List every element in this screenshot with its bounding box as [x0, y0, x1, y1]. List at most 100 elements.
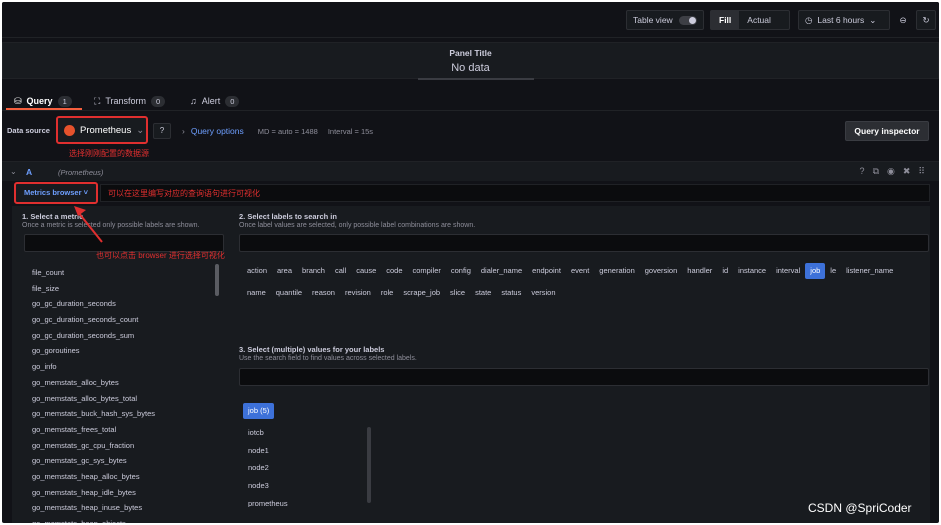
clock-icon: ◷ — [805, 14, 813, 25]
list-item[interactable]: go_memstats_alloc_bytes_total — [32, 394, 212, 410]
label-chip[interactable]: branch — [297, 263, 330, 279]
watermark: CSDN @SpriCoder — [808, 501, 912, 515]
list-item[interactable]: go_memstats_heap_idle_bytes — [32, 488, 212, 504]
selected-label-chip[interactable]: job (5) — [243, 403, 275, 419]
table-view-toggle[interactable]: Table view — [626, 10, 704, 30]
tab-label: Alert — [201, 96, 221, 106]
list-item[interactable]: go_goroutines — [32, 346, 212, 362]
label-chip-selected[interactable]: job — [805, 263, 826, 279]
query-actions: ? ⧉ ◉ ✖ ⠿ — [860, 166, 925, 177]
label-chip[interactable]: endpoint — [527, 263, 566, 279]
list-item[interactable]: go_memstats_frees_total — [32, 425, 212, 441]
list-item[interactable]: go_memstats_heap_objects — [32, 519, 212, 523]
tab-count: 0 — [225, 95, 240, 107]
actual-button[interactable]: Actual — [739, 11, 779, 29]
list-item[interactable]: go_memstats_buck_hash_sys_bytes — [32, 409, 212, 425]
label-chip[interactable]: generation — [594, 263, 639, 279]
label-chip[interactable]: instance — [733, 263, 771, 279]
resize-handle[interactable] — [418, 78, 534, 80]
list-item[interactable]: node1 — [248, 446, 288, 464]
label-chip[interactable]: version — [526, 285, 560, 301]
app-frame: Table view Fill Actual ◷ Last 6 hours ⌄ … — [2, 2, 939, 523]
list-item[interactable]: go_memstats_heap_inuse_bytes — [32, 503, 212, 519]
label-chip[interactable]: id — [717, 263, 733, 279]
label-chip[interactable]: goversion — [640, 263, 683, 279]
database-icon: ⛁ — [14, 95, 22, 106]
active-tab-indicator — [6, 108, 82, 110]
query-options[interactable]: › Query options MD = auto = 1488 Interva… — [182, 126, 373, 136]
label-chip[interactable]: compiler — [408, 263, 446, 279]
query-name[interactable]: A — [26, 167, 32, 177]
label-chip[interactable]: name — [242, 285, 271, 301]
fill-button[interactable]: Fill — [711, 11, 740, 29]
transform-icon: ⛶ — [94, 95, 101, 106]
list-item[interactable]: go_gc_duration_seconds_count — [32, 315, 212, 331]
duplicate-icon[interactable]: ⧉ — [873, 166, 879, 177]
label-search-input[interactable] — [239, 234, 929, 252]
collapse-chevron-icon[interactable]: ⌄ — [10, 167, 17, 176]
label-chip[interactable]: interval — [771, 263, 805, 279]
time-range-picker[interactable]: ◷ Last 6 hours ⌄ — [798, 10, 890, 30]
label-chip[interactable]: slice — [445, 285, 470, 301]
label-chip[interactable]: action — [242, 263, 272, 279]
help-icon: ? — [159, 126, 165, 135]
list-item[interactable]: file_count — [32, 268, 212, 284]
label-chip[interactable]: listener_name — [841, 263, 898, 279]
datasource-picker[interactable]: Prometheus ⌄ — [56, 116, 148, 144]
eye-icon[interactable]: ◉ — [887, 166, 895, 177]
help-icon[interactable]: ? — [860, 166, 865, 177]
datasource-name: Prometheus — [80, 124, 132, 136]
list-item[interactable]: node2 — [248, 463, 288, 481]
query-inspector-button[interactable]: Query inspector — [845, 121, 929, 141]
query-options-link[interactable]: Query options — [191, 126, 244, 136]
label-chip[interactable]: dialer_name — [476, 263, 527, 279]
label-chip[interactable]: event — [566, 263, 594, 279]
list-item[interactable]: iotcb — [248, 428, 288, 446]
list-item[interactable]: go_memstats_heap_alloc_bytes — [32, 472, 212, 488]
metrics-browser-button[interactable]: Metrics browser ˅ — [14, 182, 98, 204]
label-chip[interactable]: cause — [351, 263, 381, 279]
value-search-input[interactable] — [239, 368, 929, 386]
label-chip[interactable]: area — [272, 263, 297, 279]
label-chip[interactable]: scrape_job — [398, 285, 445, 301]
trash-icon[interactable]: ✖ — [903, 166, 911, 177]
label-chip[interactable]: handler — [682, 263, 717, 279]
list-item[interactable]: go_gc_duration_seconds — [32, 299, 212, 315]
refresh-button[interactable]: ↻ — [916, 10, 936, 30]
label-chip[interactable]: status — [496, 285, 526, 301]
list-item[interactable]: go_info — [32, 362, 212, 378]
list-item[interactable]: node3 — [248, 481, 288, 499]
toggle-switch[interactable] — [679, 16, 697, 25]
panel-preview: Panel Title No data — [2, 42, 939, 79]
list-item[interactable]: go_memstats_gc_sys_bytes — [32, 456, 212, 472]
tab-transform[interactable]: ⛶ Transform 0 — [94, 91, 166, 111]
tab-count: 0 — [150, 95, 166, 107]
list-item[interactable]: go_gc_duration_seconds_sum — [32, 331, 212, 347]
label-chip[interactable]: le — [825, 263, 841, 279]
metric-list-scrollbar[interactable] — [215, 264, 219, 296]
label-chip[interactable]: state — [470, 285, 496, 301]
list-item[interactable]: go_memstats_alloc_bytes — [32, 378, 212, 394]
step2-title: 2. Select labels to search in — [239, 212, 337, 221]
label-chip[interactable]: reason — [307, 285, 340, 301]
chevron-right-icon: › — [182, 126, 185, 136]
label-chip[interactable]: config — [446, 263, 476, 279]
label-chip[interactable]: role — [376, 285, 399, 301]
list-item[interactable]: file_size — [32, 284, 212, 300]
list-item[interactable]: go_memstats_gc_cpu_fraction — [32, 441, 212, 457]
value-list-scrollbar[interactable] — [367, 427, 371, 503]
step2-subtitle: Once label values are selected, only pos… — [239, 222, 476, 229]
zoom-out-button[interactable]: ⊖ — [893, 10, 913, 30]
label-chip[interactable]: code — [381, 263, 407, 279]
datasource-row: Data source Prometheus ⌄ ? › Query optio… — [2, 113, 939, 148]
tab-alert[interactable]: ♫ Alert 0 — [190, 91, 240, 111]
drag-icon[interactable]: ⠿ — [918, 166, 925, 177]
refresh-icon: ↻ — [922, 14, 930, 25]
prometheus-logo-icon — [64, 124, 75, 136]
datasource-help-button[interactable]: ? — [153, 123, 171, 139]
label-chip[interactable]: call — [330, 263, 351, 279]
datasource-label: Data source — [7, 126, 50, 135]
label-chip[interactable]: revision — [340, 285, 376, 301]
label-chip[interactable]: quantile — [271, 285, 307, 301]
list-item[interactable]: prometheus — [248, 499, 288, 507]
